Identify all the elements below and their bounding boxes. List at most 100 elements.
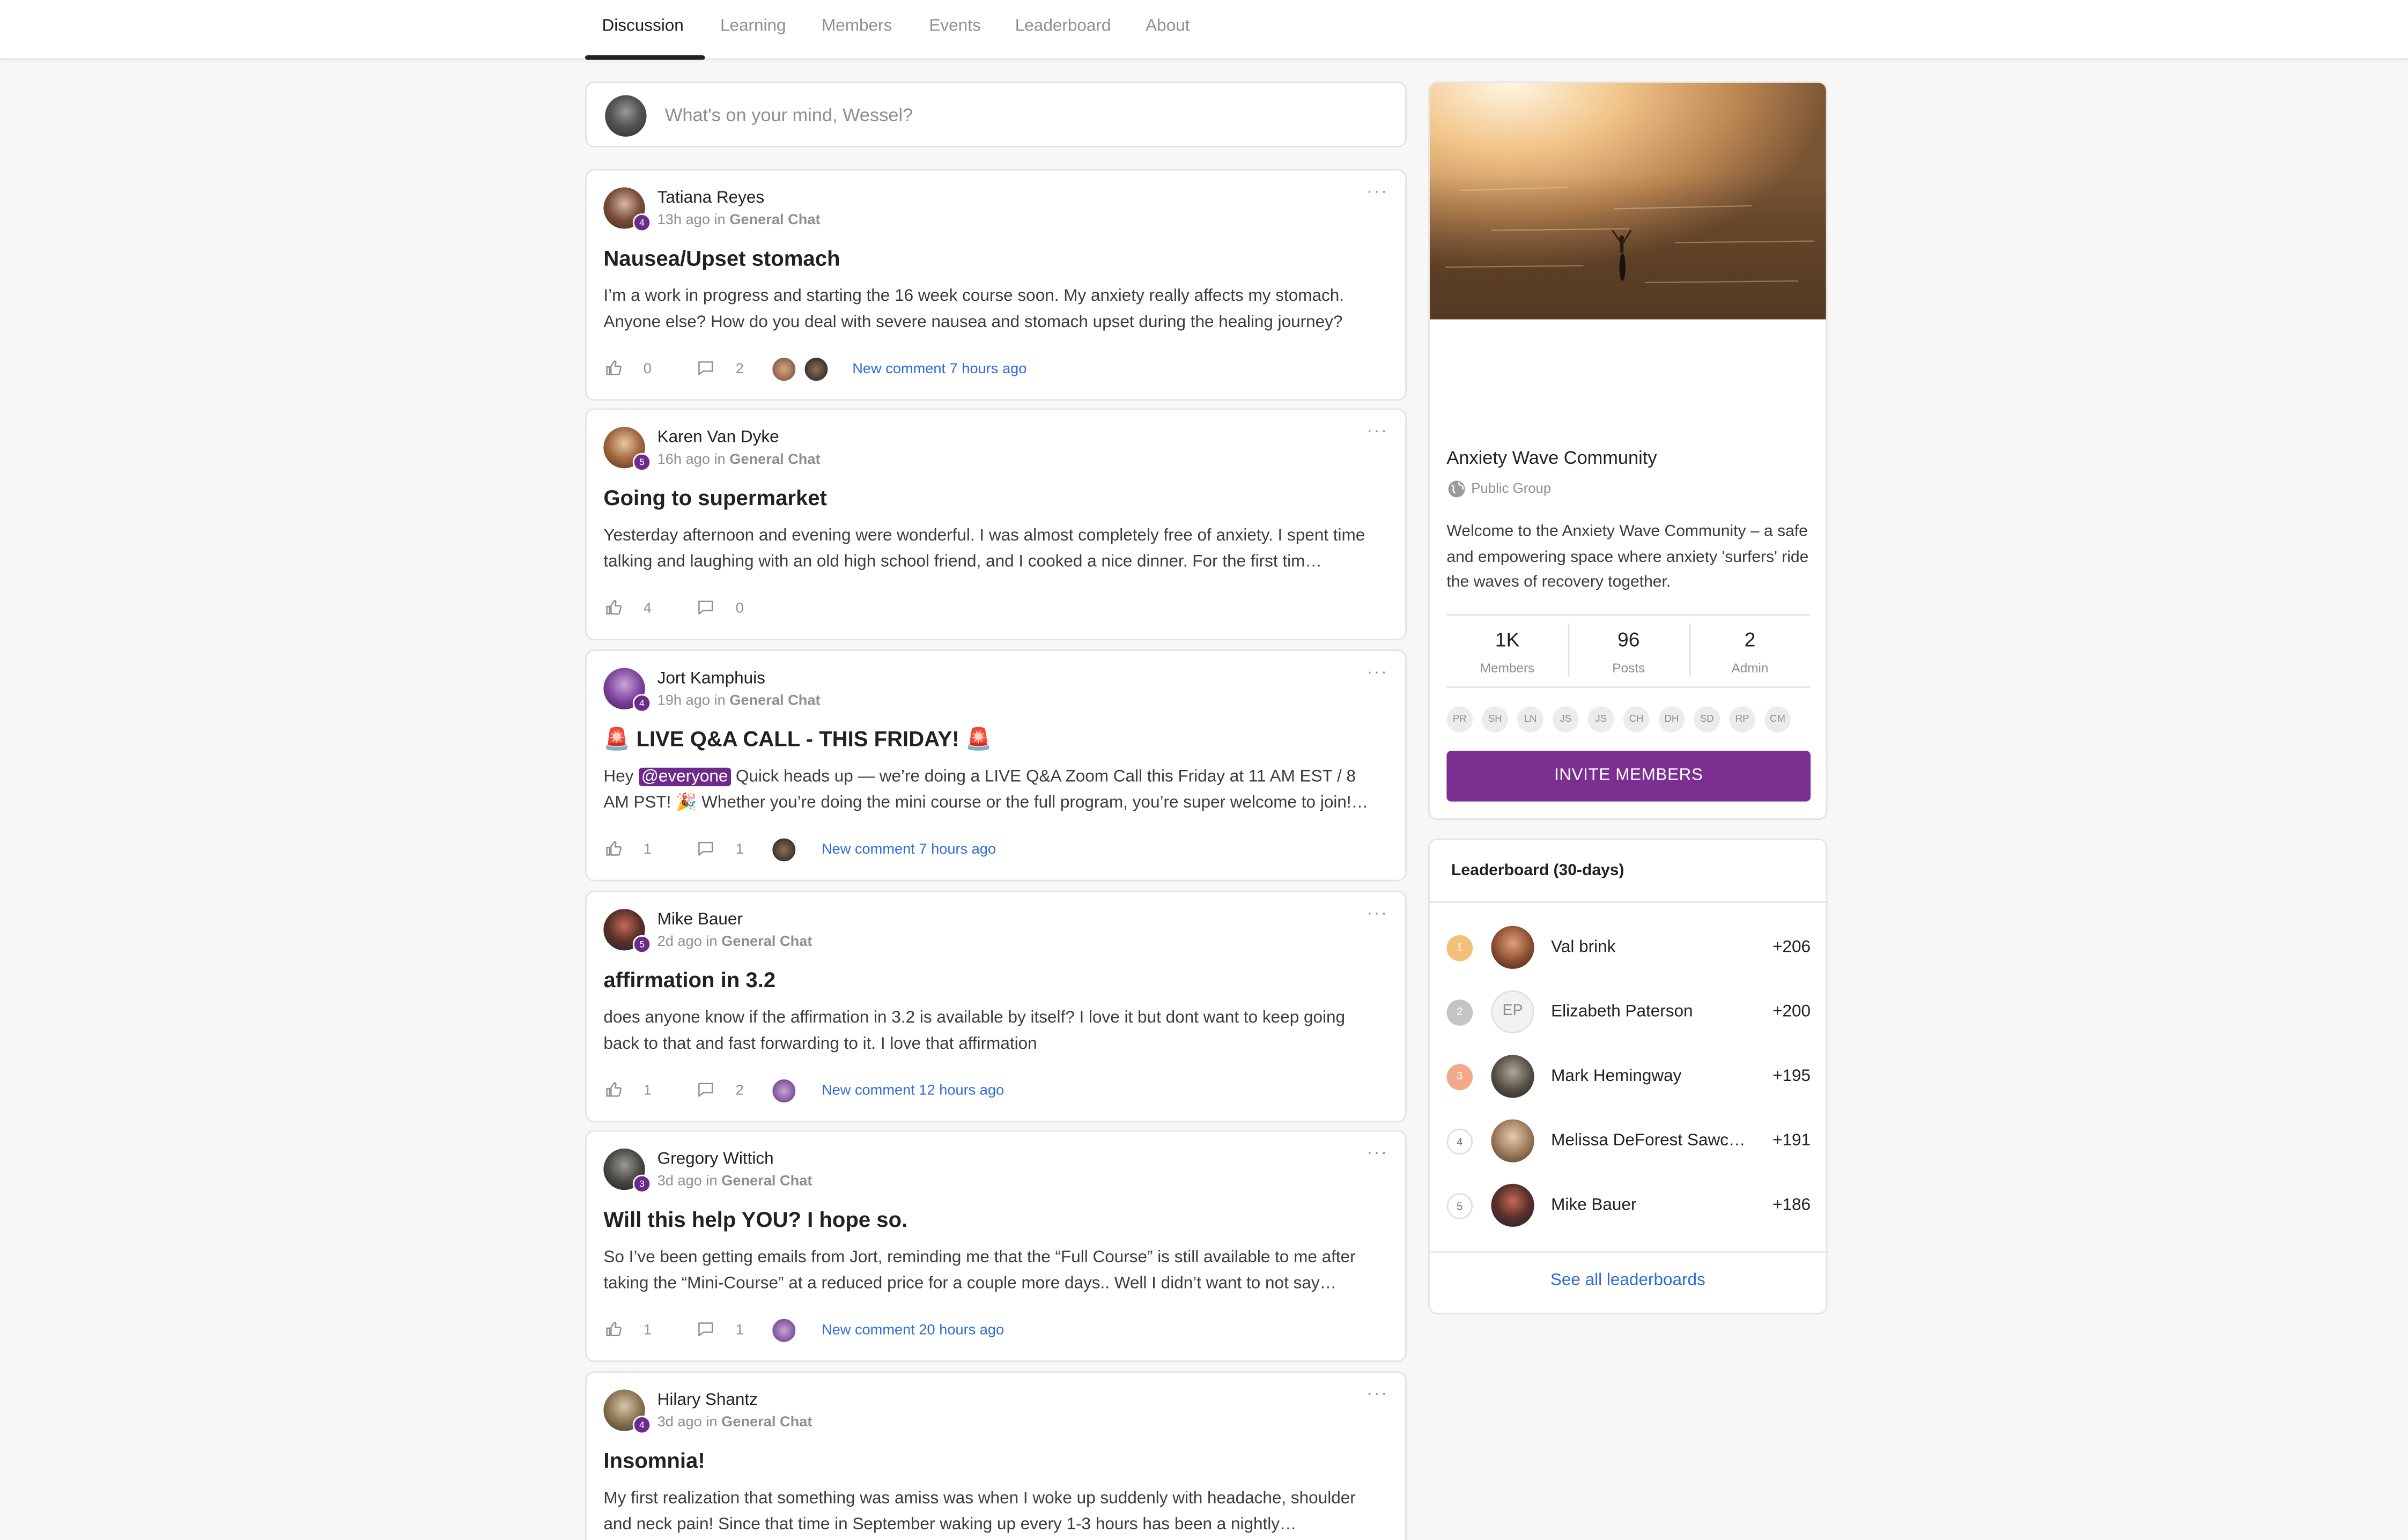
post-meta: 13h ago in General Chat xyxy=(657,212,821,229)
like-icon[interactable] xyxy=(603,358,623,377)
post-meta: 3d ago in General Chat xyxy=(657,1414,812,1431)
tab-members[interactable]: Members xyxy=(822,17,892,35)
post-category[interactable]: General Chat xyxy=(729,212,820,228)
leader-name[interactable]: Mark Hemingway xyxy=(1551,1067,1750,1085)
like-icon[interactable] xyxy=(603,597,623,617)
post-author[interactable]: Jort Kamphuis xyxy=(658,669,765,687)
post-category[interactable]: General Chat xyxy=(721,1414,812,1431)
leader-name[interactable]: Mike Bauer xyxy=(1551,1196,1750,1215)
post-title[interactable]: Nausea/Upset stomach xyxy=(603,246,840,270)
member-chip[interactable]: SH xyxy=(1482,706,1508,732)
new-comment-link[interactable]: New comment 12 hours ago xyxy=(822,1083,1004,1099)
leader-avatar[interactable]: EP xyxy=(1491,990,1534,1034)
composer-input[interactable]: What's on your mind, Wessel? xyxy=(665,105,913,126)
post-card[interactable]: 3 Gregory Wittich 3d ago in General Chat… xyxy=(585,1130,1407,1362)
tab-events[interactable]: Events xyxy=(929,17,980,35)
stat-posts[interactable]: 96 Posts xyxy=(1568,616,1689,686)
member-chip[interactable]: DH xyxy=(1658,706,1685,732)
tab-leaderboard[interactable]: Leaderboard xyxy=(1015,17,1111,35)
like-count: 0 xyxy=(643,360,652,378)
comment-icon[interactable] xyxy=(696,358,715,377)
leaderboard-row[interactable]: 4 Melissa DeForest Sawczuk +191 xyxy=(1430,1119,1826,1163)
post-category[interactable]: General Chat xyxy=(729,451,820,468)
post-meta: 2d ago in General Chat xyxy=(657,934,812,951)
tab-about[interactable]: About xyxy=(1146,17,1190,35)
post-card[interactable]: 5 Karen Van Dyke 16h ago in General Chat… xyxy=(585,408,1407,641)
leader-avatar[interactable] xyxy=(1491,1119,1534,1163)
leader-avatar[interactable] xyxy=(1491,926,1534,969)
comment-icon[interactable] xyxy=(696,597,715,617)
leader-name[interactable]: Elizabeth Paterson xyxy=(1551,1003,1750,1021)
comment-icon[interactable] xyxy=(696,1079,715,1099)
post-title[interactable]: Insomnia! xyxy=(603,1448,705,1472)
post-author[interactable]: Hilary Shantz xyxy=(658,1391,758,1409)
leaderboard-row[interactable]: 2 EP Elizabeth Paterson +200 xyxy=(1430,990,1826,1034)
more-options-icon[interactable]: ··· xyxy=(1367,1144,1388,1162)
new-comment-link[interactable]: New comment 7 hours ago xyxy=(852,361,1026,377)
like-icon[interactable] xyxy=(603,1319,623,1339)
post-category[interactable]: General Chat xyxy=(729,692,820,709)
post-author[interactable]: Gregory Wittich xyxy=(658,1150,774,1168)
member-chip[interactable]: JS xyxy=(1552,706,1579,732)
tab-learning[interactable]: Learning xyxy=(720,17,786,35)
member-chip[interactable]: JS xyxy=(1587,706,1614,732)
tab-discussion[interactable]: Discussion xyxy=(602,17,683,35)
post-composer[interactable]: What's on your mind, Wessel? xyxy=(585,81,1407,147)
like-icon[interactable] xyxy=(603,1079,623,1099)
post-card[interactable]: 4 Tatiana Reyes 13h ago in General Chat … xyxy=(585,168,1407,401)
member-chip[interactable]: SD xyxy=(1694,706,1720,732)
commenter-avatar[interactable] xyxy=(803,356,830,383)
post-title[interactable]: Going to supermarket xyxy=(603,485,827,510)
leader-points: +186 xyxy=(1772,1196,1811,1215)
post-card[interactable]: 4 Jort Kamphuis 19h ago in General Chat … xyxy=(585,649,1407,882)
more-options-icon[interactable]: ··· xyxy=(1367,422,1388,440)
post-card[interactable]: 4 Hilary Shantz 3d ago in General Chat ·… xyxy=(585,1371,1407,1540)
see-all-leaderboards-link[interactable]: See all leaderboards xyxy=(1430,1271,1826,1290)
post-body[interactable]: My first realization that something was … xyxy=(603,1486,1371,1538)
more-options-icon[interactable]: ··· xyxy=(1367,905,1388,923)
new-comment-link[interactable]: New comment 20 hours ago xyxy=(822,1322,1004,1338)
stat-members[interactable]: 1K Members xyxy=(1446,616,1568,686)
member-chip[interactable]: CH xyxy=(1623,706,1650,732)
more-options-icon[interactable]: ··· xyxy=(1367,663,1388,682)
more-options-icon[interactable]: ··· xyxy=(1367,1385,1388,1403)
leaderboard-row[interactable]: 3 Mark Hemingway +195 xyxy=(1430,1055,1826,1098)
like-icon[interactable] xyxy=(603,838,623,858)
stat-admin[interactable]: 2 Admin xyxy=(1689,616,1811,686)
commenter-avatar[interactable] xyxy=(771,1078,797,1104)
post-body[interactable]: does anyone know if the affirmation in 3… xyxy=(603,1006,1371,1058)
leader-name[interactable]: Val brink xyxy=(1551,938,1750,957)
mention-tag[interactable]: @everyone xyxy=(638,768,732,787)
post-category[interactable]: General Chat xyxy=(721,1173,812,1190)
comment-icon[interactable] xyxy=(696,1319,715,1339)
leaderboard-row[interactable]: 1 Val brink +206 xyxy=(1430,926,1826,969)
commenter-avatar[interactable] xyxy=(771,836,797,863)
invite-members-button[interactable]: INVITE MEMBERS xyxy=(1446,751,1811,802)
comment-icon[interactable] xyxy=(696,838,715,858)
post-body[interactable]: Yesterday afternoon and evening were won… xyxy=(603,523,1371,575)
member-chip[interactable]: LN xyxy=(1517,706,1543,732)
post-title[interactable]: affirmation in 3.2 xyxy=(603,967,775,992)
leader-avatar[interactable] xyxy=(1491,1055,1534,1098)
divider xyxy=(1429,1251,1826,1253)
post-body[interactable]: I’m a work in progress and starting the … xyxy=(603,284,1371,336)
post-author[interactable]: Tatiana Reyes xyxy=(658,189,765,207)
post-title[interactable]: 🚨 LIVE Q&A CALL - THIS FRIDAY! 🚨 xyxy=(603,726,992,752)
post-category[interactable]: General Chat xyxy=(721,934,812,950)
new-comment-link[interactable]: New comment 7 hours ago xyxy=(822,841,996,858)
post-body[interactable]: So I’ve been getting emails from Jort, r… xyxy=(603,1245,1371,1297)
more-options-icon[interactable]: ··· xyxy=(1367,183,1388,201)
commenter-avatar[interactable] xyxy=(771,1317,797,1344)
post-title[interactable]: Will this help YOU? I hope so. xyxy=(603,1207,907,1232)
post-author[interactable]: Karen Van Dyke xyxy=(658,428,779,447)
commenter-avatar[interactable] xyxy=(771,356,797,383)
post-author[interactable]: Mike Bauer xyxy=(658,910,743,929)
member-chip[interactable]: PR xyxy=(1446,706,1473,732)
leader-name[interactable]: Melissa DeForest Sawczuk xyxy=(1551,1131,1750,1150)
post-card[interactable]: 5 Mike Bauer 2d ago in General Chat ··· … xyxy=(585,890,1407,1123)
leader-avatar[interactable] xyxy=(1491,1183,1534,1227)
leaderboard-row[interactable]: 5 Mike Bauer +186 xyxy=(1430,1183,1826,1227)
post-body[interactable]: Hey @everyone Quick heads up — we’re doi… xyxy=(603,765,1371,817)
member-chip[interactable]: CM xyxy=(1764,706,1791,732)
member-chip[interactable]: RP xyxy=(1729,706,1755,732)
